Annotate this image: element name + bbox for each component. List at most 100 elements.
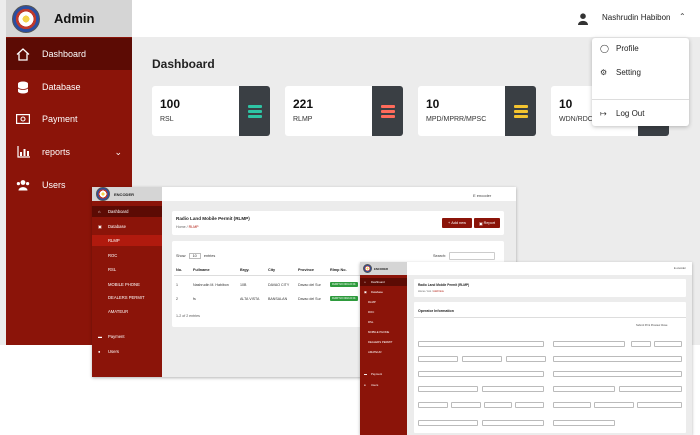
- column-header[interactable]: Fullname: [193, 268, 210, 272]
- sidebar-item-roc[interactable]: ROC: [360, 308, 407, 316]
- stat-card-rlmp[interactable]: 221 RLMP: [285, 86, 403, 136]
- form-input[interactable]: [654, 341, 682, 347]
- sidebar-item-dashboard[interactable]: ⌂ Dashboard: [360, 278, 407, 286]
- cell-fullname: Nashrudin M. Habibon: [193, 283, 229, 287]
- form-input[interactable]: [594, 402, 634, 408]
- report-button[interactable]: ▣ Report: [474, 218, 500, 228]
- database-icon: [16, 80, 30, 94]
- stat-label: RSL: [160, 116, 174, 123]
- search-input[interactable]: [449, 252, 495, 260]
- money-icon: ▬: [98, 334, 102, 339]
- sidebar-item-database[interactable]: ▣ Database: [360, 288, 407, 296]
- database-icon: ▣: [98, 224, 102, 229]
- form-select[interactable]: [418, 356, 458, 362]
- stat-card-rsl[interactable]: 100 RSL: [152, 86, 270, 136]
- stat-card-mpd[interactable]: 10 MPD/MPRR/MPSC: [418, 86, 536, 136]
- form-input[interactable]: [553, 371, 682, 377]
- sidebar-item-dealers-permit[interactable]: DEALERS PERMIT: [360, 338, 407, 346]
- chevron-down-icon: ⌄: [114, 146, 122, 157]
- search-label: Search:: [433, 254, 447, 258]
- show-label: Show: [176, 254, 186, 258]
- entries-select[interactable]: 10: [188, 253, 201, 259]
- sidebar-item-label: MOBILE PHONE: [368, 330, 390, 334]
- user-menu-name[interactable]: E encoder: [674, 267, 686, 270]
- sidebar-item-payment[interactable]: Payment: [6, 103, 132, 135]
- cell-no: 1: [176, 283, 178, 287]
- button-label: Add new: [451, 221, 467, 225]
- form-input[interactable]: [482, 386, 544, 392]
- column-header[interactable]: City: [268, 268, 275, 272]
- user-menu-name[interactable]: Nashrudin Habibon: [602, 13, 671, 22]
- form-input[interactable]: [637, 402, 682, 408]
- page-title: Dashboard: [152, 57, 215, 71]
- add-new-button[interactable]: + Add new: [442, 218, 472, 228]
- sidebar-item-rlmp[interactable]: RLMP: [92, 235, 162, 246]
- form-input[interactable]: [418, 341, 544, 347]
- sidebar-item-dealers-permit[interactable]: DEALERS PERMIT: [92, 292, 162, 303]
- form-input[interactable]: [418, 420, 478, 426]
- sidebar-item-rsl[interactable]: RSL: [360, 318, 407, 326]
- dropdown-divider: [592, 99, 689, 100]
- form-input[interactable]: [553, 341, 625, 347]
- sidebar-item-users[interactable]: ● Users: [360, 381, 407, 389]
- sidebar-item-label: Database: [108, 224, 126, 229]
- form-input[interactable]: [418, 386, 478, 392]
- form-input[interactable]: [553, 386, 615, 392]
- form-select[interactable]: [462, 356, 502, 362]
- dropdown-item-logout[interactable]: ↦ Log Out: [600, 109, 644, 118]
- dropdown-item-label: Profile: [616, 44, 639, 53]
- database-icon: ▣: [364, 290, 367, 294]
- cell-city: BANSALAN: [268, 297, 288, 301]
- rlmp-number-badge[interactable]: RLMP NO 0001-00 01: [330, 282, 358, 287]
- form-input[interactable]: [418, 402, 448, 408]
- form-input[interactable]: [484, 402, 512, 408]
- home-icon: ⌂: [98, 209, 101, 214]
- form-input[interactable]: [553, 402, 591, 408]
- column-header[interactable]: Province: [298, 268, 314, 272]
- sidebar-item-rlmp[interactable]: RLMP: [360, 298, 407, 306]
- form-select[interactable]: [631, 341, 651, 347]
- form-input[interactable]: [515, 402, 544, 408]
- sidebar-item-mobile-phone[interactable]: MOBILE PHONE: [92, 279, 162, 290]
- sidebar-item-roc[interactable]: ROC: [92, 250, 162, 261]
- sidebar-item-rsl[interactable]: RSL: [92, 264, 162, 275]
- user-icon[interactable]: [578, 12, 588, 25]
- form-input[interactable]: [418, 371, 544, 377]
- stat-label: WDN/RDC: [559, 116, 593, 123]
- form-input[interactable]: [482, 420, 544, 426]
- dropdown-item-profile[interactable]: ◯ Profile: [600, 44, 639, 53]
- sidebar-item-dashboard[interactable]: ⌂ Dashboard: [92, 206, 162, 217]
- users-icon: ●: [98, 349, 101, 354]
- form-input[interactable]: [553, 420, 615, 426]
- form-input[interactable]: [619, 386, 682, 392]
- chevron-up-icon[interactable]: ⌃: [679, 12, 686, 21]
- dropdown-item-setting[interactable]: ⚙ Setting: [600, 68, 641, 77]
- sidebar-item-payment[interactable]: ▬ Payment: [92, 331, 162, 342]
- column-header[interactable]: Rlmp No.: [330, 268, 347, 272]
- form-select[interactable]: [451, 402, 481, 408]
- user-menu-name[interactable]: E encoder: [473, 193, 491, 198]
- person-icon: ◯: [600, 44, 609, 53]
- sidebar-item-users[interactable]: ● Users: [92, 346, 162, 357]
- form-input[interactable]: [553, 356, 682, 362]
- sidebar-item-amateur[interactable]: AMATEUR: [360, 348, 407, 356]
- sidebar-item-database[interactable]: ▣ Database: [92, 221, 162, 232]
- form-select[interactable]: [506, 356, 546, 362]
- sidebar-item-amateur[interactable]: AMATEUR: [92, 306, 162, 317]
- column-header[interactable]: Brgy.: [240, 268, 249, 272]
- server-icon: [239, 86, 270, 136]
- rlmp-number-badge[interactable]: RLMP NO 0002-00 01: [330, 296, 358, 301]
- sidebar-item-label: AMATEUR: [108, 309, 129, 314]
- sidebar-item-label: RSL: [368, 320, 374, 324]
- form-actions[interactable]: Submit Print Preview Close: [636, 324, 667, 327]
- server-icon: [505, 86, 536, 136]
- breadcrumb-list[interactable]: List: [427, 290, 431, 293]
- sidebar-item-mobile-phone[interactable]: MOBILE PHONE: [360, 328, 407, 336]
- sidebar-item-reports[interactable]: reports ⌄: [6, 136, 132, 168]
- sidebar-item-database[interactable]: Database: [6, 71, 132, 103]
- sidebar-item-dashboard[interactable]: Dashboard: [6, 38, 132, 70]
- sidebar-item-payment[interactable]: ▬ Payment: [360, 370, 407, 378]
- breadcrumb-home[interactable]: Home: [176, 225, 186, 229]
- breadcrumb-home[interactable]: Home: [418, 290, 425, 293]
- column-header[interactable]: No.: [176, 268, 182, 272]
